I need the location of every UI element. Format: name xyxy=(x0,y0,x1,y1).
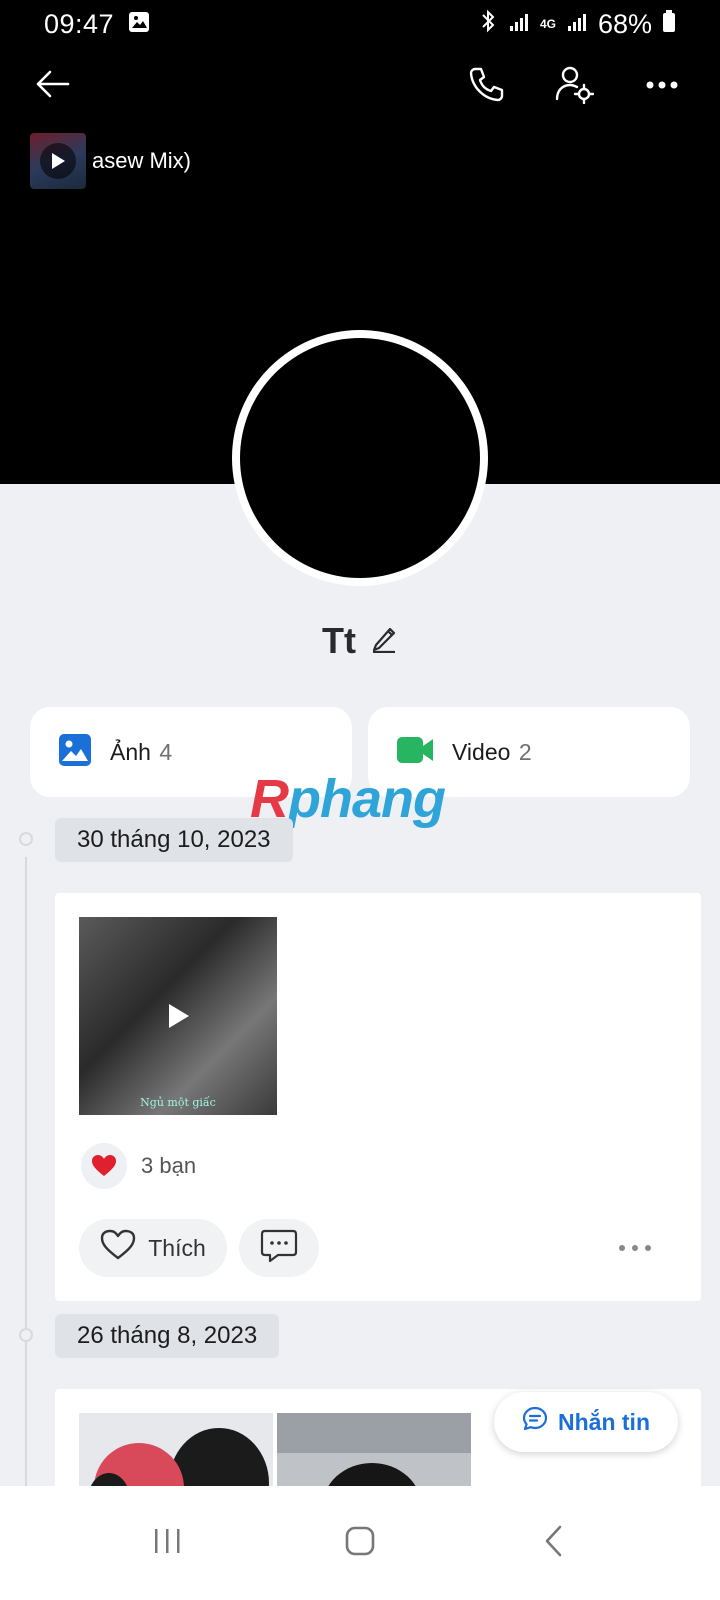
back-nav-button[interactable] xyxy=(513,1513,593,1573)
music-title: asew Mix) xyxy=(92,148,192,173)
video-thumbnail[interactable]: Ngủ một giấc xyxy=(79,917,277,1115)
phone-icon xyxy=(467,65,505,108)
timeline-dot xyxy=(19,832,33,846)
heart-reaction-icon xyxy=(81,1143,127,1189)
chevron-left-icon xyxy=(542,1524,564,1563)
recent-apps-button[interactable] xyxy=(127,1513,207,1573)
user-settings-icon xyxy=(554,64,595,109)
pencil-icon[interactable] xyxy=(370,620,398,662)
more-horizontal-icon xyxy=(645,77,679,95)
comment-button[interactable] xyxy=(239,1219,319,1277)
profile-name-row: Tt xyxy=(0,620,720,662)
comment-icon xyxy=(260,1228,298,1269)
photos-count: 4 xyxy=(159,738,173,765)
gallery-notification-icon xyxy=(128,9,150,40)
signal-icon-2 xyxy=(566,9,588,40)
image-icon xyxy=(58,733,92,772)
back-button[interactable] xyxy=(24,58,80,114)
network-type-label: 4G xyxy=(539,17,556,31)
heart-outline-icon xyxy=(100,1229,136,1267)
home-icon xyxy=(344,1525,376,1562)
play-icon xyxy=(163,1001,193,1031)
videos-count: 2 xyxy=(518,738,532,765)
message-button[interactable]: Nhắn tin xyxy=(494,1392,678,1452)
timeline-line xyxy=(25,857,27,1517)
reaction-summary[interactable]: 3 bạn xyxy=(81,1143,196,1189)
recent-apps-icon xyxy=(152,1527,182,1560)
system-navigation-bar xyxy=(0,1486,720,1600)
reaction-count: 3 bạn xyxy=(141,1153,197,1178)
video-caption: Ngủ một giấc xyxy=(140,1096,216,1109)
timeline-date: 26 tháng 8, 2023 xyxy=(55,1314,280,1358)
videos-label: Video xyxy=(452,738,511,765)
play-icon xyxy=(40,143,76,179)
battery-percent: 68% xyxy=(597,8,652,39)
avatar[interactable] xyxy=(240,338,480,578)
bluetooth-icon xyxy=(478,9,498,40)
call-button[interactable] xyxy=(458,58,514,114)
profile-settings-button[interactable] xyxy=(546,58,602,114)
timeline-post: Ngủ một giấc 3 bạn Thích xyxy=(55,893,701,1301)
more-options-button[interactable] xyxy=(634,58,690,114)
message-button-label: Nhắn tin xyxy=(558,1408,650,1435)
status-time: 09:47 xyxy=(44,8,115,39)
video-camera-icon xyxy=(396,735,434,770)
status-bar: 09:47 4G 68% xyxy=(0,0,720,48)
home-button[interactable] xyxy=(320,1513,400,1573)
timeline-date: 30 tháng 10, 2023 xyxy=(55,818,293,862)
header-actions xyxy=(0,58,720,122)
arrow-left-icon xyxy=(34,69,70,104)
photos-label: Ảnh xyxy=(110,738,151,765)
chat-icon xyxy=(522,1406,548,1438)
music-cover-thumbnail xyxy=(30,133,86,189)
like-label: Thích xyxy=(148,1234,206,1261)
profile-name: Tt xyxy=(322,620,356,661)
timeline-dot xyxy=(19,1328,33,1342)
more-horizontal-icon xyxy=(618,1239,652,1257)
signal-icon xyxy=(508,9,530,40)
profile-music[interactable]: asew Mix) xyxy=(30,133,191,189)
post-more-button[interactable] xyxy=(610,1231,660,1265)
battery-icon xyxy=(662,9,676,40)
like-button[interactable]: Thích xyxy=(79,1219,227,1277)
